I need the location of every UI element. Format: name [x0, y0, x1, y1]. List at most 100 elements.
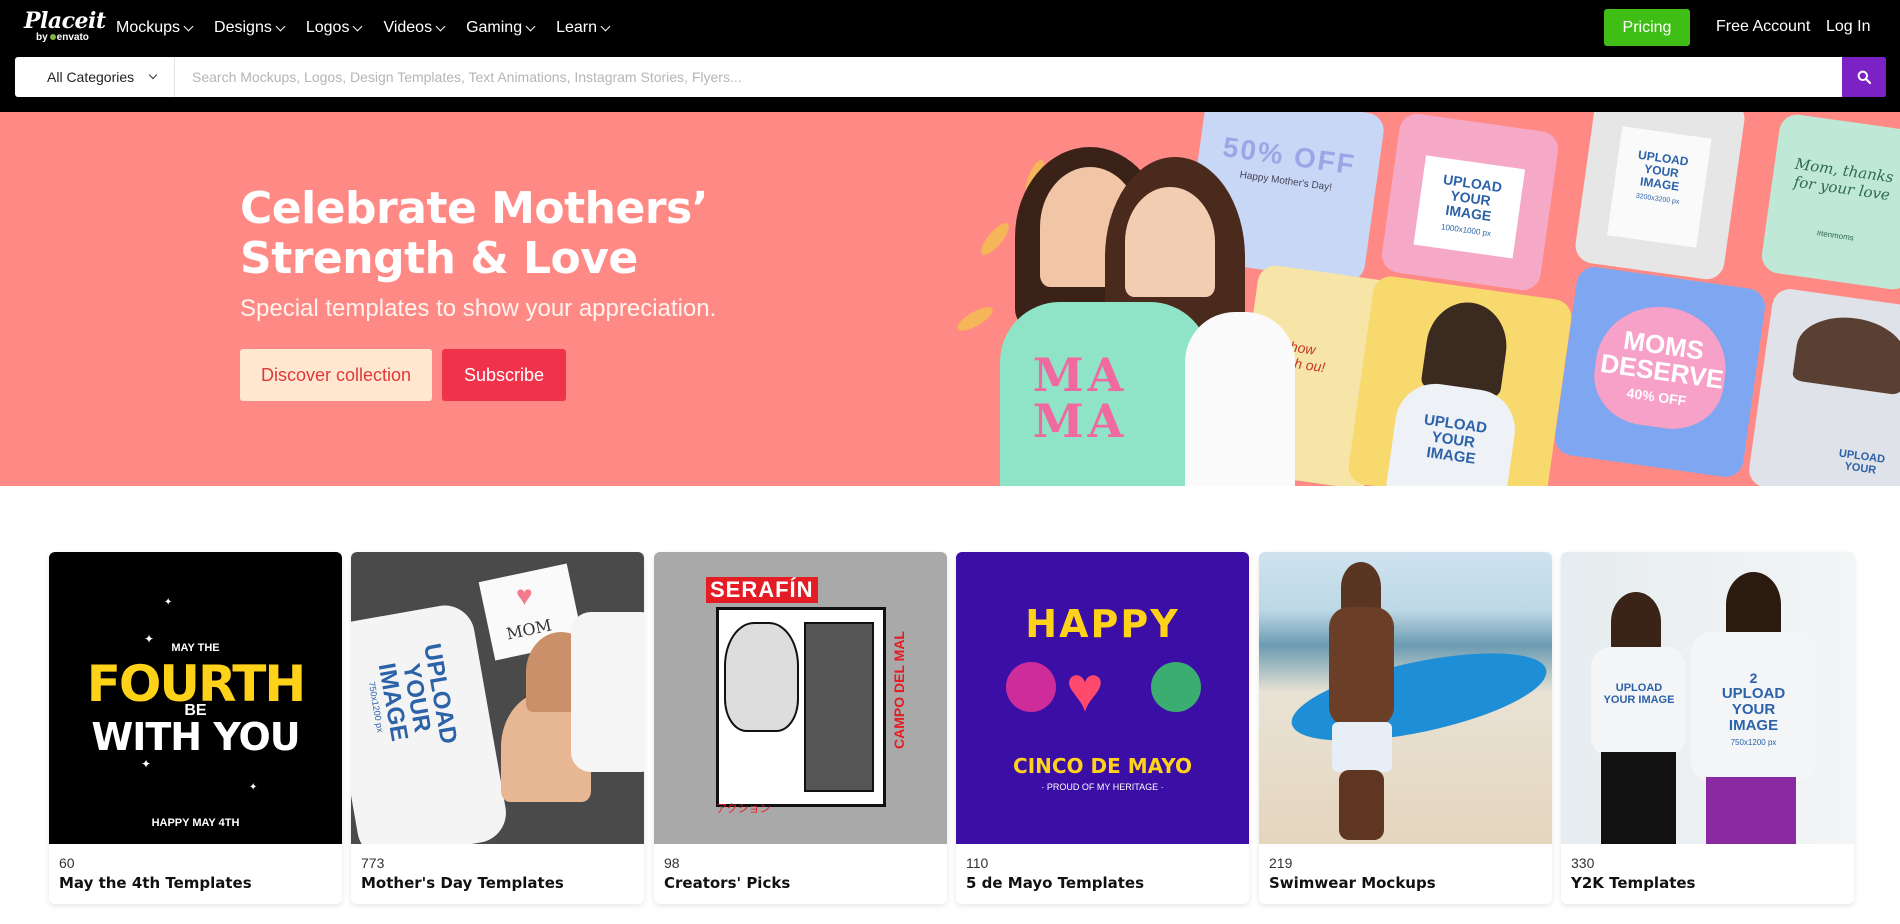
shirt-mama-text: MA MA: [1032, 348, 1128, 448]
card-thumbnail: ✦ ✦ ✦ ✦ ✦ MAY THE FOURTH BE WITH YOU HAP…: [49, 552, 342, 844]
card-art-shirt-2: UPLOAD YOUR IMAGE: [1721, 685, 1786, 734]
card-art-bottom: · PROUD OF MY HERITAGE ·: [1041, 782, 1164, 792]
subscribe-button[interactable]: Subscribe: [442, 349, 566, 401]
search-input[interactable]: [176, 57, 1841, 97]
chevron-down-icon: [600, 21, 611, 31]
search-bar-row: All Categories: [0, 56, 1900, 112]
card-count: 98: [664, 855, 680, 871]
card-art-top: HAPPY: [1025, 602, 1180, 646]
logo-by-text: by: [36, 32, 48, 43]
swim-shorts: [1332, 722, 1392, 772]
search-icon: [1857, 70, 1871, 84]
star-icon: ✦: [141, 757, 152, 771]
anime-face: [724, 622, 799, 732]
chevron-down-icon: [275, 21, 286, 31]
heart-icon: ♥: [516, 580, 533, 611]
envato-leaf-icon: [49, 34, 56, 40]
card-art-jp: アクション: [716, 803, 771, 815]
shirt-shape: [571, 612, 644, 772]
card-art-shirt-2-num: 2: [1749, 670, 1758, 686]
card-art-main: CINCO DE MAYO: [1013, 754, 1192, 778]
logo-brand-text: Placeit: [24, 8, 106, 34]
upload-tile-2: UPLOAD YOUR IMAGE 3200x3200 px: [1573, 112, 1747, 282]
man-torso: [1329, 607, 1394, 727]
free-account-link[interactable]: Free Account: [1716, 18, 1810, 36]
login-link[interactable]: Log In: [1826, 18, 1870, 36]
collection-card-cinco-de-mayo[interactable]: HAPPY ♥ CINCO DE MAYO · PROUD OF MY HERI…: [956, 552, 1249, 904]
menu-label: Videos: [383, 19, 433, 36]
chevron-down-icon: [352, 21, 363, 31]
menu-item-logos[interactable]: Logos: [305, 19, 363, 37]
menu-item-videos[interactable]: Videos: [383, 19, 446, 37]
card-art-bottom: HAPPY MAY 4TH: [151, 817, 240, 829]
menu-item-gaming[interactable]: Gaming: [466, 19, 536, 37]
card-art-main-2: WITH YOU: [91, 715, 300, 759]
card-art-shirt-1: UPLOAD YOUR IMAGE: [1603, 682, 1675, 706]
daughter-face: [1125, 187, 1215, 297]
upload-tile-1: UPLOAD YOUR IMAGE 1000x1000 px: [1379, 112, 1561, 293]
collections-grid: ✦ ✦ ✦ ✦ ✦ MAY THE FOURTH BE WITH YOU HAP…: [49, 552, 1854, 904]
hero-subtitle: Special templates to show your appreciat…: [240, 295, 717, 322]
note-tile: Mom, thanks for your love #tenmoms: [1759, 112, 1900, 292]
menu-label: Logos: [305, 19, 350, 36]
black-pants: [1601, 752, 1676, 844]
menu-label: Mockups: [116, 19, 181, 36]
collection-card-y2k[interactable]: UPLOAD YOUR IMAGE 2 UPLOAD YOUR IMAGE 75…: [1561, 552, 1854, 904]
leaf-decoration: [955, 302, 996, 336]
hero-title: Celebrate Mothers’ Strength & Love: [240, 183, 708, 284]
discover-collection-button[interactable]: Discover collection: [240, 349, 432, 401]
card-count: 219: [1269, 855, 1293, 871]
chevron-down-icon: [148, 70, 158, 80]
purple-pants: [1706, 777, 1796, 844]
tile-note-text: Mom, thanks for your love: [1792, 154, 1895, 205]
collection-card-creators-picks[interactable]: SERAFÍN CAMPO DEL MAL アクション 98 Creators'…: [654, 552, 947, 904]
card-thumbnail: [1259, 552, 1552, 844]
hero-collage-image[interactable]: 50% OFF Happy Mother's Day! UPLOAD YOUR …: [955, 112, 1900, 486]
logo-byline: by envato: [36, 32, 89, 43]
card-title: Creators' Picks: [664, 874, 791, 892]
card-title: Y2K Templates: [1571, 874, 1696, 892]
man-legs: [1339, 770, 1384, 840]
search-button[interactable]: [1842, 57, 1886, 97]
flower-decoration: [1151, 662, 1201, 712]
woman-photo: [1420, 297, 1513, 398]
man-photo: [1726, 572, 1781, 637]
menu-item-learn[interactable]: Learn: [556, 19, 611, 37]
placeit-logo[interactable]: Placeit by envato: [24, 8, 106, 48]
moms-deserve-tile: MOMS DESERVE 40% OFF: [1552, 264, 1768, 480]
category-select[interactable]: All Categories: [15, 57, 175, 97]
card-thumbnail: HAPPY ♥ CINCO DE MAYO · PROUD OF MY HERI…: [956, 552, 1249, 844]
top-navigation-bar: Placeit by envato Mockups Designs Logos V…: [0, 0, 1900, 56]
collection-card-swimwear[interactable]: 219 Swimwear Mockups: [1259, 552, 1552, 904]
tile-upload-text: UPLOAD YOUR: [1838, 447, 1886, 477]
card-art-shirt-2-size: 750x1200 px: [1730, 738, 1777, 747]
upload-tile-4: UPLOAD YOUR: [1746, 286, 1900, 486]
chevron-down-icon: [525, 21, 536, 31]
menu-label: Gaming: [466, 19, 523, 36]
menu-item-mockups[interactable]: Mockups: [116, 19, 194, 37]
surfboard: [1284, 635, 1552, 759]
white-blouse: [1185, 312, 1295, 486]
heart-icon: ♥: [1066, 653, 1104, 725]
card-count: 60: [59, 855, 75, 871]
star-icon: ✦: [164, 597, 173, 608]
menu-item-designs[interactable]: Designs: [214, 19, 286, 37]
category-selected-label: All Categories: [47, 69, 135, 85]
main-menu: Mockups Designs Logos Videos Gaming Lear…: [116, 0, 611, 56]
collection-card-may-4th[interactable]: ✦ ✦ ✦ ✦ ✦ MAY THE FOURTH BE WITH YOU HAP…: [49, 552, 342, 904]
card-art-top: MAY THE: [171, 642, 220, 654]
card-count: 773: [361, 855, 385, 871]
flower-decoration: [1006, 662, 1056, 712]
collection-card-mothers-day[interactable]: UPLOAD YOUR IMAGE 750x1200 px ♥ MOM 773 …: [351, 552, 644, 904]
card-thumbnail: UPLOAD YOUR IMAGE 2 UPLOAD YOUR IMAGE 75…: [1561, 552, 1854, 844]
pricing-button[interactable]: Pricing: [1604, 9, 1690, 46]
logo-envato-text: envato: [56, 32, 89, 43]
upload-tile-3: UPLOAD YOUR IMAGE: [1346, 274, 1574, 486]
card-art-top: SERAFÍN: [706, 577, 818, 603]
tile-note-subtext: #tenmoms: [1816, 228, 1855, 243]
mother-child-photo: [1791, 310, 1900, 396]
card-title: May the 4th Templates: [59, 874, 252, 892]
chevron-down-icon: [435, 21, 446, 31]
star-icon: ✦: [249, 782, 258, 793]
hero-banner: Celebrate Mothers’ Strength & Love Speci…: [0, 112, 1900, 486]
